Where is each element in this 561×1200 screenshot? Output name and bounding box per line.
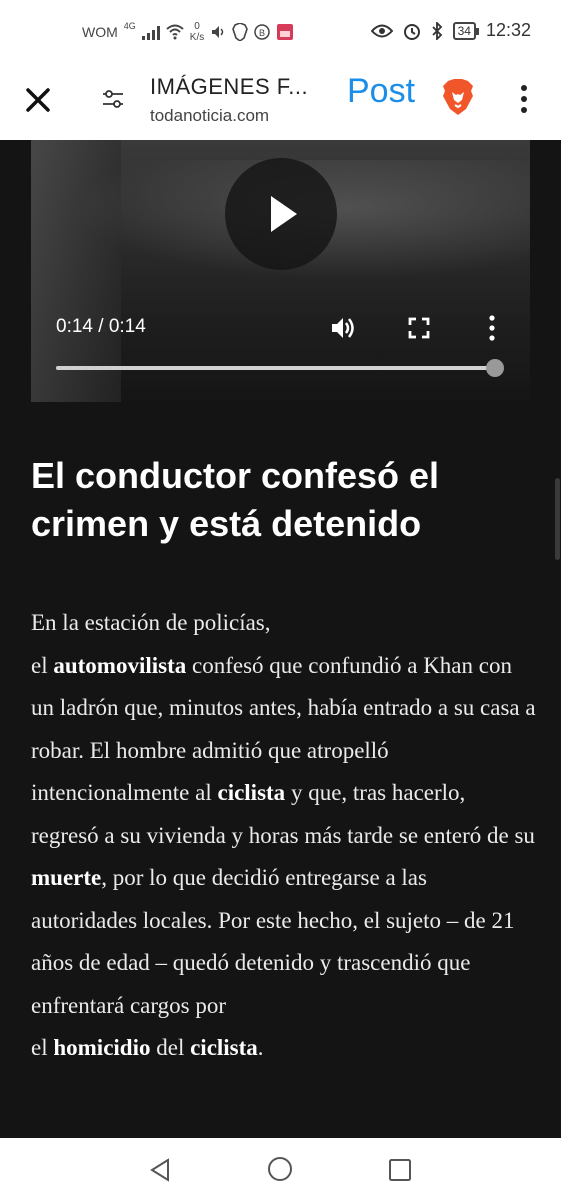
article-body: En la estación de policías, el automovil… <box>31 602 536 1070</box>
home-button[interactable] <box>267 1156 293 1182</box>
article-text: , por lo que decidió entregarse a las au… <box>31 865 515 1018</box>
system-nav-bar <box>0 1138 561 1200</box>
net-speed-unit: K/s <box>189 32 205 43</box>
close-icon <box>26 88 50 112</box>
bitcoin-icon: B <box>254 24 270 40</box>
tune-icon <box>103 90 123 108</box>
brave-status-icon <box>232 23 249 41</box>
back-icon <box>150 1158 169 1182</box>
play-button[interactable] <box>225 158 337 270</box>
eye-icon <box>370 24 393 37</box>
volume-icon <box>332 318 354 338</box>
post-button[interactable]: Post <box>347 72 415 111</box>
fullscreen-icon <box>408 317 430 339</box>
article-text: el <box>31 1035 54 1060</box>
article-bold: homicidio <box>53 1035 151 1060</box>
net-speed: 0 K/s <box>190 21 204 43</box>
article-heading: El conductor confesó el crimen y está de… <box>31 455 440 544</box>
play-icon <box>271 196 297 232</box>
carrier-label: WOM <box>82 24 118 40</box>
video-progress-fill <box>56 366 496 370</box>
network-label: 4G <box>123 21 136 31</box>
brave-shields-button[interactable] <box>440 78 476 116</box>
alarm-icon <box>403 23 420 40</box>
close-button[interactable] <box>20 82 56 118</box>
site-settings-button[interactable] <box>100 86 126 112</box>
article-text: . <box>257 1035 264 1060</box>
page-domain[interactable]: todanoticia.com <box>150 106 269 126</box>
article-bold: ciclista <box>190 1035 258 1060</box>
article-bold: ciclista <box>217 780 286 805</box>
status-left: WOM 4G 0 K/s B <box>82 21 294 43</box>
fullscreen-button[interactable] <box>407 316 431 340</box>
signal-icon <box>141 24 160 40</box>
gift-icon <box>277 24 294 40</box>
status-bar: WOM 4G 0 K/s B 34 12:32 <box>0 0 561 64</box>
net-speed-value: 0 <box>194 21 200 32</box>
bluetooth-icon <box>431 21 442 40</box>
recents-button[interactable] <box>388 1158 412 1182</box>
page-title[interactable]: IMÁGENES F... <box>150 74 308 100</box>
home-icon <box>268 1157 292 1181</box>
video-more-icon <box>489 315 495 341</box>
more-options-button[interactable] <box>514 82 534 116</box>
recents-icon <box>389 1159 411 1181</box>
page-content[interactable]: 0:14 / 0:14 El conductor confesó el crim… <box>0 140 561 1138</box>
svg-text:B: B <box>259 28 265 38</box>
clock: 12:32 <box>485 20 531 40</box>
volume-status-icon <box>212 26 224 38</box>
video-scrub-handle[interactable] <box>486 359 504 377</box>
article-text: el <box>31 652 54 678</box>
brave-lion-icon <box>443 79 473 115</box>
wifi-icon <box>166 24 184 40</box>
article-bold: automovilista <box>53 652 187 678</box>
video-player[interactable]: 0:14 / 0:14 <box>31 140 530 402</box>
more-vert-icon <box>521 85 527 113</box>
video-time: 0:14 / 0:14 <box>56 316 146 337</box>
status-right: 34 12:32 <box>370 20 531 41</box>
scrollbar[interactable] <box>555 478 560 560</box>
volume-button[interactable] <box>329 314 357 342</box>
battery-icon: 34 <box>452 21 480 40</box>
article-text: del <box>150 1035 191 1060</box>
back-button[interactable] <box>148 1157 174 1183</box>
video-more-button[interactable] <box>486 314 498 342</box>
article-bold: muerte <box>31 865 102 890</box>
article-text: En la estación de policías, <box>31 610 271 635</box>
browser-app-bar: IMÁGENES F... todanoticia.com Post <box>0 64 561 141</box>
video-progress-bar[interactable] <box>56 366 496 370</box>
